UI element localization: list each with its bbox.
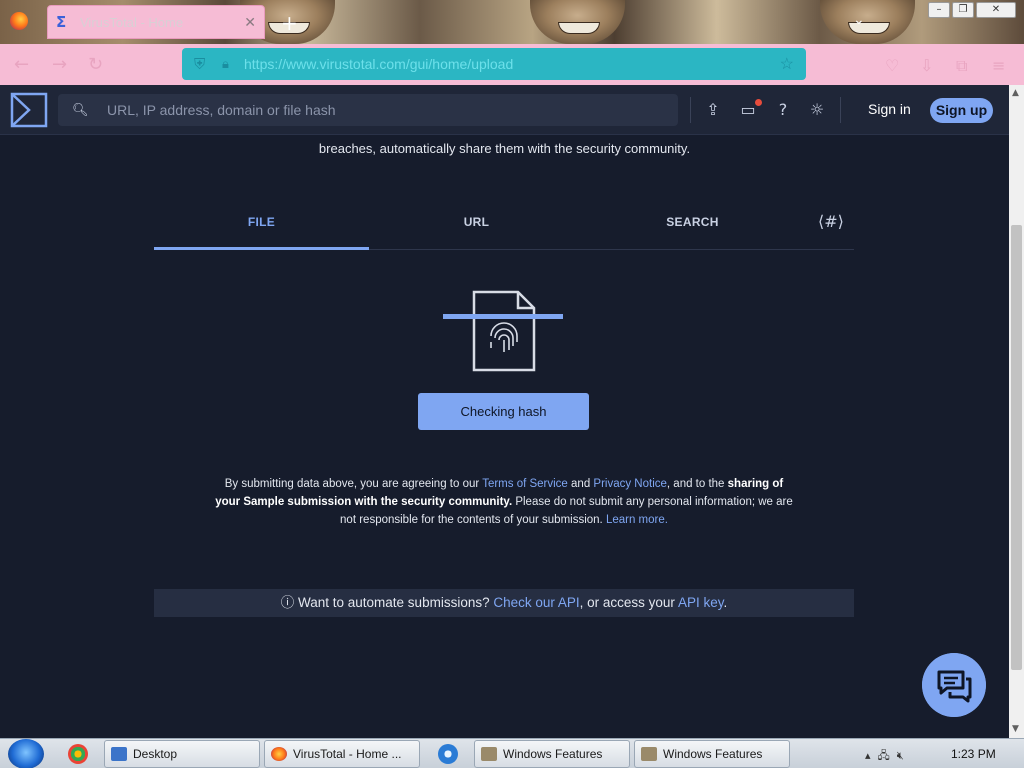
terms-text: and (567, 478, 594, 490)
taskbar-item-windows-features[interactable]: Windows Features (634, 740, 790, 768)
tab-search[interactable]: SEARCH (585, 215, 800, 250)
search-box[interactable]: 🔍︎ (58, 94, 678, 126)
virustotal-logo-icon[interactable] (10, 92, 48, 128)
search-input[interactable] (107, 102, 664, 118)
check-api-link[interactable]: Check our API (493, 595, 579, 610)
windows-features-icon (641, 747, 657, 761)
api-text: , or access your (579, 595, 678, 610)
terms-of-service-link[interactable]: Terms of Service (482, 478, 568, 490)
browser-toolbar: ← → ↻ ⛨ 🔒︎ https://www.virustotal.com/gu… (0, 44, 1024, 85)
firefox-logo-icon[interactable] (10, 12, 28, 30)
new-tab-button[interactable]: + (281, 11, 298, 35)
taskbar-item-label: VirusTotal - Home ... (293, 747, 402, 761)
clock[interactable]: 1:23 PM (951, 747, 996, 761)
tab-close-icon[interactable]: ✕ (244, 14, 256, 31)
virustotal-favicon-icon: Σ (56, 13, 67, 31)
learn-more-link[interactable]: Learn more. (606, 514, 668, 526)
scroll-thumb[interactable] (1011, 225, 1022, 670)
tab-label: URL (463, 215, 490, 229)
divider (690, 97, 691, 123)
terms-text: By submitting data above, you are agreei… (224, 478, 483, 490)
upload-tabs: FILE URL SEARCH ⟨#⟩ (154, 212, 854, 250)
notification-badge (755, 99, 762, 106)
tray-icons[interactable]: ▴ 🖧︎ 🔇︎ (865, 747, 904, 766)
taskbar-item-label: Desktop (133, 747, 178, 761)
chrome-icon[interactable] (68, 744, 88, 764)
api-text: . (723, 595, 728, 610)
tab-file[interactable]: FILE (154, 215, 369, 250)
window-controls: – ❐ ✕ (928, 2, 1016, 18)
desktop-icon (111, 747, 127, 761)
tab-label: SEARCH (666, 215, 719, 229)
downloads-icon[interactable]: ⇩ (920, 56, 933, 75)
background-image (530, 0, 625, 44)
background-image (820, 0, 915, 44)
bookmark-star-icon[interactable]: ☆ (780, 54, 794, 74)
lock-icon[interactable]: 🔒︎ (222, 56, 244, 72)
search-icon: 🔍︎ (72, 102, 89, 117)
taskbar-item-windows-features[interactable]: Windows Features (474, 740, 630, 768)
info-icon: ⓘ (280, 595, 295, 610)
vt-diff-icon[interactable]: ⟨#⟩ (818, 212, 844, 231)
chat-support-button[interactable] (922, 653, 986, 717)
taskbar-item-label: Windows Features (503, 747, 603, 761)
start-button[interactable] (8, 739, 44, 768)
scroll-down-arrow-icon[interactable]: ▼ (1012, 724, 1019, 734)
intro-text: breaches, automatically share them with … (318, 141, 691, 156)
file-fingerprint-icon (443, 290, 563, 372)
minimize-button[interactable]: – (928, 2, 950, 18)
terms-text: , and to the (666, 478, 728, 490)
forward-button[interactable]: → (52, 54, 67, 75)
checking-hash-button[interactable]: Checking hash (418, 393, 589, 430)
windows-features-icon (481, 747, 497, 761)
api-banner: ⓘ Want to automate submissions? Check ou… (154, 589, 854, 617)
close-window-button[interactable]: ✕ (976, 2, 1016, 18)
upload-icon[interactable]: ⇪ (702, 99, 724, 121)
pocket-icon[interactable]: ♡ (885, 56, 899, 75)
tab-label: FILE (247, 215, 276, 229)
taskbar-item-desktop[interactable]: Desktop (104, 740, 260, 768)
reload-button[interactable]: ↻ (88, 54, 103, 75)
app-icon[interactable] (438, 744, 458, 764)
scroll-up-arrow-icon[interactable]: ▲ (1012, 88, 1019, 98)
address-bar[interactable]: ⛨ 🔒︎ https://www.virustotal.com/gui/home… (182, 48, 806, 80)
tab-title: VirusTotal - Home (80, 14, 184, 30)
extensions-icon[interactable]: ⧉ (956, 56, 967, 76)
list-tabs-icon[interactable]: ⌄ (853, 12, 865, 28)
shield-icon[interactable]: ⛨ (194, 56, 222, 73)
help-icon[interactable]: ? (772, 99, 794, 121)
taskbar-item-firefox[interactable]: VirusTotal - Home ... (264, 740, 420, 768)
privacy-notice-link[interactable]: Privacy Notice (593, 478, 667, 490)
terms-notice: By submitting data above, you are agreei… (214, 475, 794, 529)
api-key-link[interactable]: API key (678, 595, 724, 610)
theme-toggle-icon[interactable]: ☼ (806, 99, 828, 121)
page-scrollbar[interactable]: ▲ ▼ (1009, 85, 1024, 738)
api-text: Want to automate submissions? (294, 595, 494, 610)
menu-icon[interactable]: ≡ (992, 56, 1005, 75)
windows-taskbar: Desktop VirusTotal - Home ... Windows Fe… (0, 738, 1024, 768)
tab-url[interactable]: URL (369, 215, 584, 250)
sign-in-link[interactable]: Sign in (868, 101, 911, 117)
divider (840, 97, 841, 123)
back-button[interactable]: ← (14, 54, 29, 75)
firefox-icon (271, 747, 287, 761)
main-content: breaches, automatically share them with … (0, 135, 1009, 738)
sign-up-button[interactable]: Sign up (930, 98, 993, 123)
maximize-button[interactable]: ❐ (952, 2, 974, 18)
url-text[interactable]: https://www.virustotal.com/gui/home/uplo… (244, 56, 780, 72)
taskbar-item-label: Windows Features (663, 747, 763, 761)
browser-tab-strip: Σ VirusTotal - Home ✕ + ⌄ – ❐ ✕ (0, 0, 1024, 44)
site-header: 🔍︎ ⇪ ▭ ? ☼ Sign in Sign up (0, 85, 1009, 135)
active-tab-indicator (154, 247, 369, 250)
browser-tab[interactable]: Σ VirusTotal - Home ✕ (47, 5, 265, 39)
